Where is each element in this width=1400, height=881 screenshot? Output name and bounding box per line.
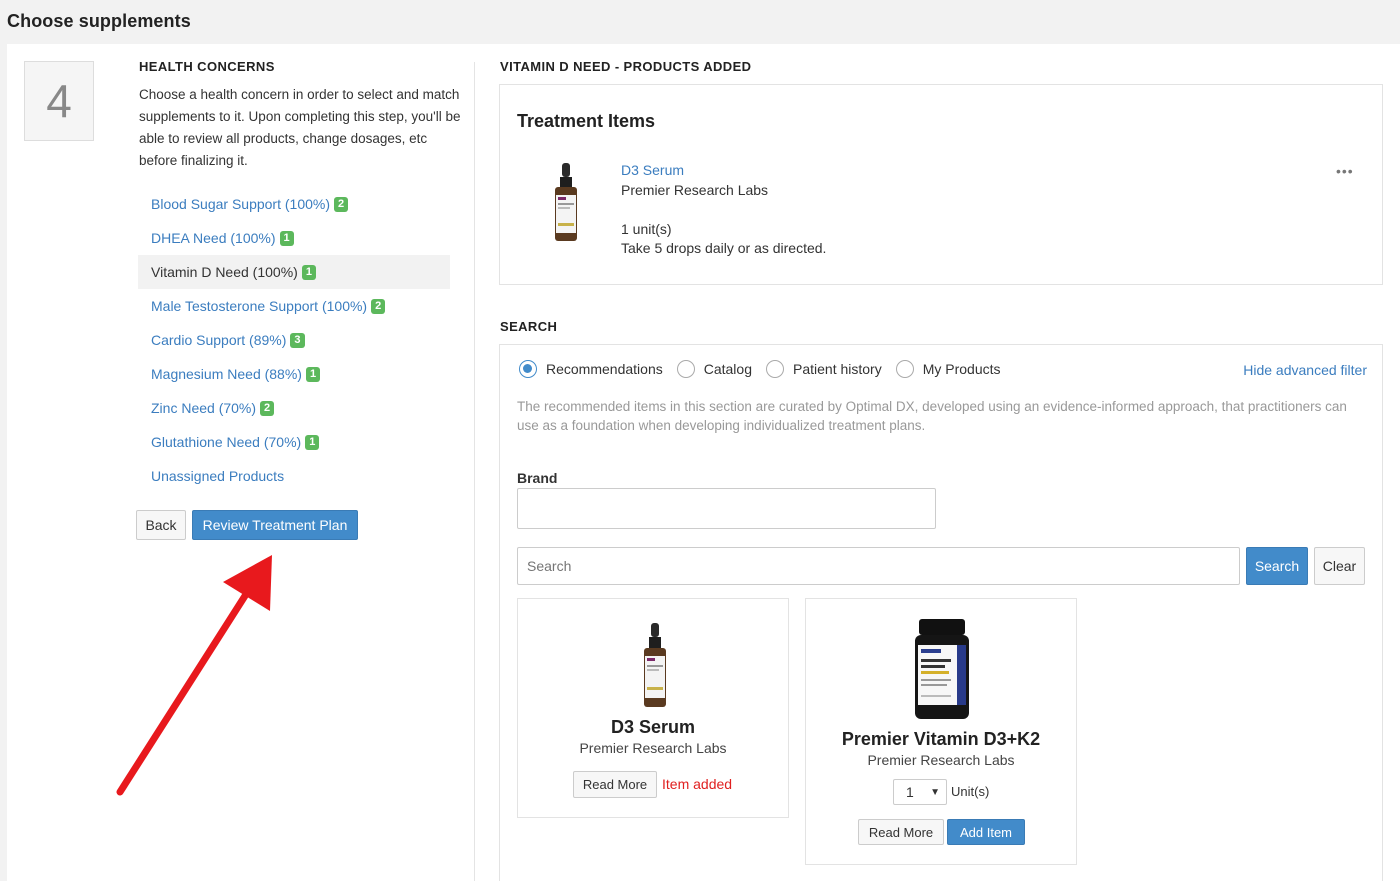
tab-patient-history[interactable]: Patient history [766, 360, 882, 378]
back-button[interactable]: Back [136, 510, 186, 540]
radio-icon [519, 360, 537, 378]
count-badge: 1 [305, 366, 321, 382]
treatment-item-quantity: 1 unit(s) [621, 221, 672, 237]
concern-item-glutathione[interactable]: Glutathione Need (70%) 1 [138, 425, 450, 459]
product-image-vitamin-d3-k2 [915, 619, 969, 719]
column-divider [474, 62, 475, 881]
tab-label: My Products [922, 361, 1001, 377]
product-image-d3-serum [644, 623, 666, 707]
quantity-select[interactable]: 1 ▼ [893, 779, 947, 805]
brand-input[interactable] [517, 488, 936, 529]
concern-label: Male Testosterone Support (100%) [151, 298, 368, 314]
tab-label: Catalog [703, 361, 752, 377]
product-card-vitamin-d3-k2: Premier Vitamin D3+K2 Premier Research L… [805, 598, 1077, 865]
radio-icon [676, 360, 695, 378]
tab-label: Patient history [793, 361, 882, 377]
unit-label: Unit(s) [951, 784, 990, 799]
concern-item-vitamin-d[interactable]: Vitamin D Need (100%) 1 [138, 255, 450, 289]
clear-button[interactable]: Clear [1314, 547, 1365, 585]
arrow-head [223, 555, 272, 611]
concern-label: Vitamin D Need (100%) [151, 264, 298, 280]
chevron-down-icon: ▼ [930, 786, 940, 798]
arrow-shaft [116, 584, 254, 796]
product-card-d3-serum: D3 Serum Premier Research Labs Read More… [517, 598, 789, 818]
concern-item-unassigned[interactable]: Unassigned Products [138, 459, 450, 493]
read-more-button[interactable]: Read More [573, 771, 657, 798]
brand-label: Brand [517, 470, 558, 486]
step-number: 4 [24, 61, 94, 141]
health-concerns-description: Choose a health concern in order to sele… [139, 87, 461, 168]
tab-catalog[interactable]: Catalog [676, 360, 752, 378]
concern-label: Cardio Support (89%) [151, 332, 287, 348]
treatment-item-dosage: Take 5 drops daily or as directed. [621, 240, 827, 256]
count-badge: 3 [290, 332, 305, 348]
health-concerns-heading: HEALTH CONCERNS [139, 59, 275, 74]
hide-advanced-filter-link[interactable]: Hide advanced filter [1243, 362, 1367, 378]
search-button[interactable]: Search [1246, 547, 1308, 585]
count-badge: 1 [305, 434, 320, 450]
more-horizontal-icon[interactable]: ••• [1336, 163, 1354, 179]
concern-label: Glutathione Need (70%) [151, 434, 302, 450]
annotation-arrow [116, 555, 272, 796]
radio-icon [895, 360, 914, 378]
health-concerns-list: Blood Sugar Support (100%) 2 DHEA Need (1… [138, 187, 450, 493]
concern-item-zinc[interactable]: Zinc Need (70%) 2 [138, 391, 450, 425]
treatment-items-title: Treatment Items [517, 111, 656, 131]
recommendations-note: The recommended items in this section ar… [517, 399, 1347, 433]
concern-label: DHEA Need (100%) [151, 230, 276, 246]
count-badge: 2 [260, 400, 275, 416]
product-name: Premier Vitamin D3+K2 [841, 729, 1041, 749]
concern-item-blood-sugar[interactable]: Blood Sugar Support (100%) 2 [138, 187, 450, 221]
concern-label: Unassigned Products [151, 468, 285, 484]
treatment-items-card: Treatment Items D3 Serum Premier Researc… [499, 84, 1383, 285]
page-title: Choose supplements [7, 11, 191, 31]
read-more-button[interactable]: Read More [858, 819, 944, 845]
add-item-button[interactable]: Add Item [947, 819, 1025, 845]
product-brand: Premier Research Labs [867, 752, 1015, 768]
concern-label: Magnesium Need (88%) [151, 366, 302, 382]
concern-item-dhea[interactable]: DHEA Need (100%) 1 [138, 221, 450, 255]
concern-label: Blood Sugar Support (100%) [151, 196, 330, 212]
product-name: D3 Serum [610, 717, 696, 737]
concern-item-male-testosterone[interactable]: Male Testosterone Support (100%) 2 [138, 289, 450, 323]
count-badge: 1 [279, 230, 294, 246]
treatment-item-name[interactable]: D3 Serum [621, 162, 684, 178]
concern-label: Zinc Need (70%) [151, 400, 257, 416]
review-treatment-plan-button[interactable]: Review Treatment Plan [192, 510, 358, 540]
search-heading: SEARCH [500, 319, 558, 334]
search-source-tabs: Recommendations Catalog Patient history … [519, 360, 1015, 378]
treatment-heading: VITAMIN D NEED - PRODUCTS ADDED [500, 59, 752, 74]
concern-item-cardio[interactable]: Cardio Support (89%) 3 [138, 323, 450, 357]
product-brand: Premier Research Labs [579, 740, 727, 756]
count-badge: 2 [371, 298, 386, 314]
radio-icon [766, 360, 784, 378]
quantity-value: 1 [906, 784, 914, 800]
item-added-status: Item added [662, 776, 733, 792]
tab-my-products[interactable]: My Products [895, 360, 1001, 378]
product-image-d3-serum [555, 163, 577, 241]
concern-item-magnesium[interactable]: Magnesium Need (88%) 1 [138, 357, 450, 391]
treatment-item-brand: Premier Research Labs [621, 182, 769, 198]
search-input[interactable] [517, 547, 1240, 585]
count-badge: 2 [334, 196, 349, 212]
tab-recommendations[interactable]: Recommendations [519, 360, 663, 378]
count-badge: 1 [301, 264, 316, 280]
tab-label: Recommendations [546, 361, 663, 377]
